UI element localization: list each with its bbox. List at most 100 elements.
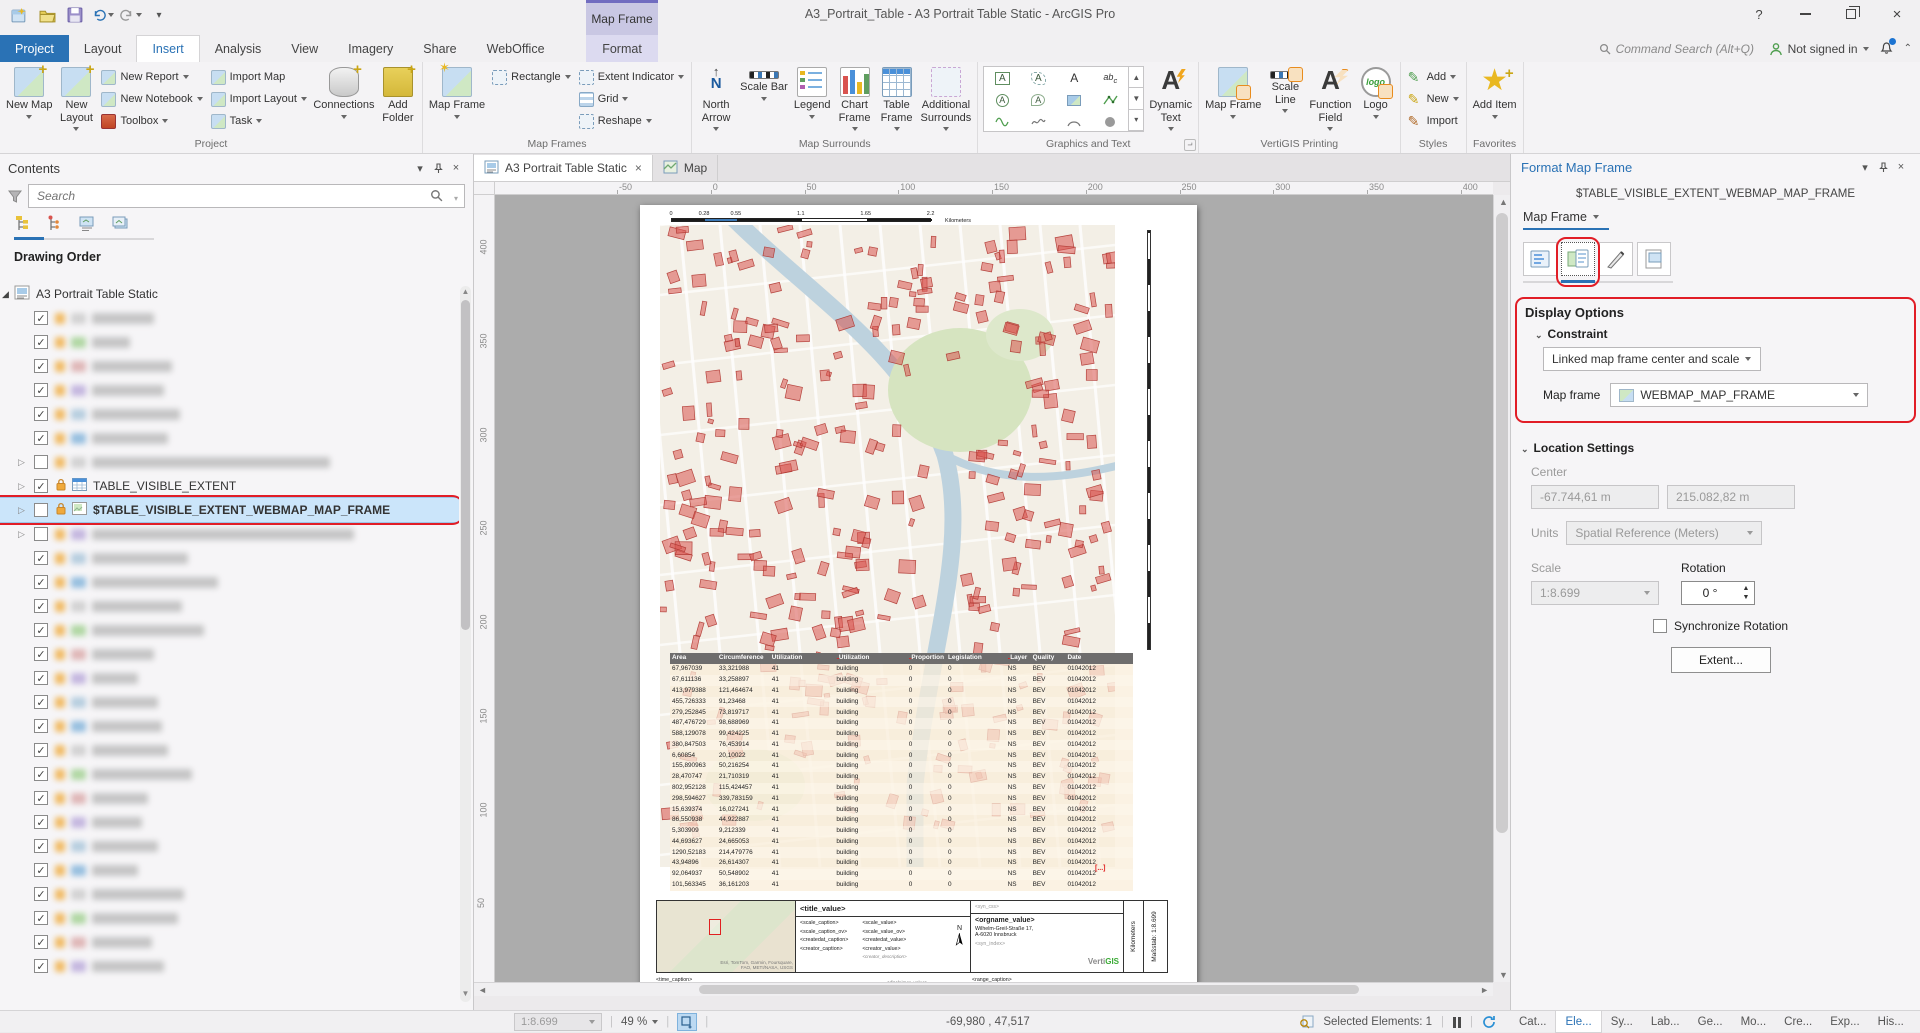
visibility-checkbox[interactable]: ✓ <box>34 767 48 781</box>
map-frame-button[interactable]: Map Frame <box>1202 64 1264 137</box>
arc-icon[interactable] <box>1056 111 1092 133</box>
visibility-checkbox[interactable]: ✓ <box>34 599 48 613</box>
reshape-button[interactable]: Reshape <box>575 110 688 132</box>
visibility-checkbox[interactable] <box>34 455 48 469</box>
visibility-checkbox[interactable]: ✓ <box>34 911 48 925</box>
rotation-spinner[interactable]: 0 ° ▲▼ <box>1681 581 1755 605</box>
tree-item-table-visible-extent[interactable]: ▷✓TABLE_VISIBLE_EXTENT <box>0 474 459 498</box>
ellipse-icon[interactable] <box>1092 111 1128 133</box>
tree-item-redacted[interactable]: ✓ <box>0 402 459 426</box>
tree-item-redacted[interactable]: ✓ <box>0 738 459 762</box>
text-curved-icon[interactable]: abc <box>1092 67 1128 89</box>
synchronize-rotation-checkbox[interactable] <box>1653 619 1667 633</box>
add-item-button[interactable]: ★Add Item <box>1470 64 1520 137</box>
location-settings-section-header[interactable]: ⌄Location Settings <box>1521 441 1910 455</box>
map-frame-button[interactable]: Map Frame <box>426 64 488 137</box>
visibility-checkbox[interactable]: ✓ <box>34 959 48 973</box>
tree-item-redacted[interactable]: ✓ <box>0 834 459 858</box>
new-map-button[interactable]: New Map <box>3 64 55 137</box>
tree-item-redacted[interactable]: ▷ <box>0 522 459 546</box>
new-notebook-button[interactable]: New Notebook <box>97 88 206 110</box>
ribbon-tab-layout[interactable]: Layout <box>69 35 137 62</box>
polyline-icon[interactable] <box>1092 89 1128 111</box>
close-icon[interactable]: × <box>447 159 465 177</box>
tree-item-redacted[interactable]: ✓ <box>0 666 459 690</box>
dynamic-text-button[interactable]: ADynamicText <box>1146 64 1195 137</box>
statusbar-zoom-combo[interactable]: 49 % <box>621 1016 658 1028</box>
freehand-icon[interactable] <box>1020 111 1056 133</box>
close-icon[interactable]: × <box>1892 158 1910 176</box>
contents-search-input[interactable] <box>28 184 465 208</box>
map-frame-selector[interactable]: Map Frame <box>1523 210 1609 230</box>
panel-tab-cre[interactable]: Cre... <box>1775 1011 1821 1033</box>
visibility-checkbox[interactable]: ✓ <box>34 695 48 709</box>
close-tab-icon[interactable]: × <box>635 161 642 175</box>
logo-button[interactable]: logoLogo <box>1355 64 1397 137</box>
command-search[interactable]: Command Search (Alt+Q) <box>1599 38 1759 59</box>
map-frame-dropdown[interactable]: WEBMAP_MAP_FRAME <box>1610 383 1868 407</box>
document-tab-a3-portrait-table-static[interactable]: A3 Portrait Table Static× <box>474 155 653 181</box>
tree-item-redacted[interactable]: ✓ <box>0 906 459 930</box>
tree-item-redacted[interactable]: ✓ <box>0 354 459 378</box>
add-folder-button[interactable]: AddFolder <box>377 64 419 137</box>
tree-item-redacted[interactable]: ✓ <box>0 570 459 594</box>
collapse-icon[interactable]: ◢ <box>2 289 12 300</box>
text-callout-icon[interactable]: A <box>1020 89 1056 111</box>
additional-surrounds-button[interactable]: AdditionalSurrounds <box>918 64 975 137</box>
tree-item-redacted[interactable]: ✓ <box>0 618 459 642</box>
visibility-checkbox[interactable]: ✓ <box>34 311 48 325</box>
visibility-checkbox[interactable]: ✓ <box>34 887 48 901</box>
import-layout-button[interactable]: Import Layout <box>207 88 311 110</box>
notifications-bell-icon[interactable] <box>1879 40 1894 58</box>
rotation-up-icon[interactable]: ▲ <box>1743 584 1750 593</box>
gallery-up-icon[interactable]: ▲ <box>1129 67 1143 88</box>
panel-tab-ele[interactable]: Ele... <box>1555 1011 1601 1033</box>
extent-button[interactable]: Extent... <box>1671 647 1771 673</box>
tree-item-redacted[interactable]: ✓ <box>0 714 459 738</box>
visibility-checkbox[interactable]: ✓ <box>34 335 48 349</box>
ribbon-tab-analysis[interactable]: Analysis <box>200 35 277 62</box>
text-rect-icon[interactable]: A <box>984 67 1020 89</box>
collapse-ribbon-button[interactable]: ⌃ <box>1904 43 1912 54</box>
visibility-checkbox[interactable]: ✓ <box>34 647 48 661</box>
vertical-scrollbar[interactable]: ▲▼ <box>1493 195 1510 982</box>
add-button[interactable]: ✎Add <box>1404 66 1463 88</box>
function-field-button[interactable]: AFunctionField <box>1306 64 1354 137</box>
panel-tab-exp[interactable]: Exp... <box>1821 1011 1868 1033</box>
visibility-checkbox[interactable]: ✓ <box>34 479 48 493</box>
expand-icon[interactable]: ▷ <box>18 529 28 540</box>
panel-menu-icon[interactable]: ▾ <box>1856 158 1874 176</box>
panel-tab-lab[interactable]: Lab... <box>1642 1011 1689 1033</box>
tree-item-redacted[interactable]: ✓ <box>0 690 459 714</box>
extent-indicator-button[interactable]: Extent Indicator <box>575 66 688 88</box>
new-button[interactable]: ✎New <box>1404 88 1463 110</box>
ribbon-tab-view[interactable]: View <box>276 35 333 62</box>
new-layout-button[interactable]: NewLayout <box>55 64 97 137</box>
tree-item-redacted[interactable]: ✓ <box>0 930 459 954</box>
visibility-checkbox[interactable]: ✓ <box>34 743 48 757</box>
tree-item-redacted[interactable]: ✓ <box>0 378 459 402</box>
visibility-checkbox[interactable]: ✓ <box>34 623 48 637</box>
ribbon-tab-format[interactable]: Format <box>586 35 658 62</box>
ribbon-tab-project[interactable]: Project <box>0 35 69 62</box>
visibility-checkbox[interactable]: ✓ <box>34 839 48 853</box>
ribbon-tab-weboffice[interactable]: WebOffice <box>472 35 560 62</box>
panel-menu-icon[interactable]: ▾ <box>411 159 429 177</box>
visibility-checkbox[interactable]: ✓ <box>34 551 48 565</box>
layout-snapping-toggle[interactable] <box>677 1013 697 1031</box>
rotation-down-icon[interactable]: ▼ <box>1743 593 1750 602</box>
tree-item-redacted[interactable]: ✓ <box>0 882 459 906</box>
list-by-editing-tab[interactable] <box>78 214 100 234</box>
constraint-dropdown[interactable]: Linked map frame center and scale <box>1543 347 1761 371</box>
panel-tab-sy[interactable]: Sy... <box>1602 1011 1642 1033</box>
chart-frame-button[interactable]: ChartFrame <box>834 64 876 137</box>
tree-item-redacted[interactable]: ✓ <box>0 594 459 618</box>
tree-item-redacted[interactable]: ✓ <box>0 546 459 570</box>
constraint-section-header[interactable]: ⌄Constraint <box>1535 327 1906 341</box>
refresh-icon[interactable] <box>1482 1015 1496 1029</box>
text-plain-icon[interactable]: A <box>1056 67 1092 89</box>
restore-button[interactable] <box>1828 0 1874 28</box>
close-button[interactable]: × <box>1874 0 1920 28</box>
minimize-button[interactable] <box>1782 0 1828 28</box>
tree-root-item[interactable]: ◢A3 Portrait Table Static <box>0 282 459 306</box>
